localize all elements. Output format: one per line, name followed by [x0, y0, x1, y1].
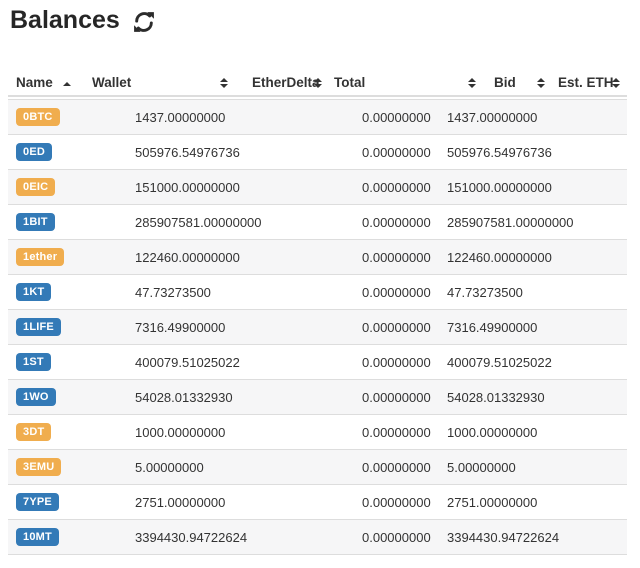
page-title: Balances: [10, 6, 120, 34]
table-row: 3DT 1000.00000000 0.00000000 1000.000000…: [8, 414, 627, 449]
name-cell: 1LIFE: [8, 318, 135, 336]
column-header-name[interactable]: Name: [16, 75, 53, 90]
table-header-row: Name Wallet EtherDelta Total Bid Est. ETH: [8, 70, 627, 97]
etherdelta-value: 0.00000000: [362, 179, 431, 195]
total-value: 5.00000000: [447, 459, 516, 475]
table-row: 1LIFE 7316.49900000 0.00000000 7316.4990…: [8, 309, 627, 344]
page-header: Balances: [10, 5, 155, 35]
name-cell: 10MT: [8, 528, 135, 546]
column-header-total[interactable]: Total: [334, 75, 365, 90]
total-value: 7316.49900000: [447, 319, 538, 335]
table-row: 7YPE 2751.00000000 0.00000000 2751.00000…: [8, 484, 627, 519]
token-badge: 0BTC: [16, 108, 60, 126]
balances-page: Balances Name Wallet EtherDelta Total Bid Est…: [0, 0, 640, 568]
table-row: 3EMU 5.00000000 0.00000000 5.00000000: [8, 449, 627, 484]
total-value: 47.73273500: [447, 284, 523, 300]
wallet-value: 1000.00000000: [135, 424, 226, 440]
total-value: 3394430.94722624: [447, 529, 560, 545]
name-cell: 3EMU: [8, 458, 135, 476]
total-value: 285907581.00000000: [447, 214, 574, 230]
token-badge: 7YPE: [16, 493, 59, 511]
name-cell: 1KT: [8, 283, 135, 301]
table-row: 1KT 47.73273500 0.00000000 47.73273500: [8, 274, 627, 309]
token-badge: 1ether: [16, 248, 65, 266]
etherdelta-value: 0.00000000: [362, 354, 431, 370]
sort-both-directions-icon[interactable]: [537, 78, 545, 88]
wallet-value: 400079.51025022: [135, 354, 240, 370]
etherdelta-value: 0.00000000: [362, 389, 431, 405]
total-value: 2751.00000000: [447, 494, 538, 510]
wallet-value: 2751.00000000: [135, 494, 226, 510]
etherdelta-value: 0.00000000: [362, 459, 431, 475]
wallet-value: 505976.54976736: [135, 144, 240, 160]
sort-both-directions-icon[interactable]: [314, 78, 322, 88]
name-cell: 0EIC: [8, 178, 135, 196]
etherdelta-value: 0.00000000: [362, 144, 431, 160]
wallet-value: 1437.00000000: [135, 109, 226, 125]
wallet-value: 47.73273500: [135, 284, 211, 300]
sort-both-directions-icon[interactable]: [612, 78, 620, 88]
total-value: 151000.00000000: [447, 179, 552, 195]
token-badge: 1KT: [16, 283, 52, 301]
etherdelta-value: 0.00000000: [362, 529, 431, 545]
etherdelta-value: 0.00000000: [362, 109, 431, 125]
etherdelta-value: 0.00000000: [362, 424, 431, 440]
name-cell: 0ED: [8, 143, 135, 161]
column-header-wallet[interactable]: Wallet: [92, 75, 131, 90]
wallet-value: 7316.49900000: [135, 319, 226, 335]
wallet-value: 54028.01332930: [135, 389, 233, 405]
sort-both-directions-icon[interactable]: [220, 78, 228, 88]
total-value: 1437.00000000: [447, 109, 538, 125]
wallet-value: 122460.00000000: [135, 249, 240, 265]
etherdelta-value: 0.00000000: [362, 319, 431, 335]
total-value: 400079.51025022: [447, 354, 552, 370]
total-value: 1000.00000000: [447, 424, 538, 440]
table-row: 0BTC 1437.00000000 0.00000000 1437.00000…: [8, 99, 627, 134]
etherdelta-value: 0.00000000: [362, 249, 431, 265]
table-row: 1ether 122460.00000000 0.00000000 122460…: [8, 239, 627, 274]
token-badge: 3DT: [16, 423, 52, 441]
etherdelta-value: 0.00000000: [362, 284, 431, 300]
column-header-etherdelta[interactable]: EtherDelta: [252, 75, 320, 90]
table-row: 0ED 505976.54976736 0.00000000 505976.54…: [8, 134, 627, 169]
token-badge: 3EMU: [16, 458, 62, 476]
token-badge: 0EIC: [16, 178, 56, 196]
refresh-icon[interactable]: [133, 11, 155, 33]
balances-table: 0BTC 1437.00000000 0.00000000 1437.00000…: [8, 99, 627, 555]
name-cell: 1WO: [8, 388, 135, 406]
sort-both-directions-icon[interactable]: [468, 78, 476, 88]
name-cell: 1ST: [8, 353, 135, 371]
table-row: 0EIC 151000.00000000 0.00000000 151000.0…: [8, 169, 627, 204]
wallet-value: 5.00000000: [135, 459, 204, 475]
column-header-bid[interactable]: Bid: [494, 75, 516, 90]
name-cell: 0BTC: [8, 108, 135, 126]
wallet-value: 151000.00000000: [135, 179, 240, 195]
column-header-est-eth[interactable]: Est. ETH: [558, 75, 614, 90]
etherdelta-value: 0.00000000: [362, 214, 431, 230]
name-cell: 1BIT: [8, 213, 135, 231]
token-badge: 1ST: [16, 353, 51, 371]
token-badge: 10MT: [16, 528, 59, 546]
sort-ascending-icon[interactable]: [63, 82, 71, 86]
token-badge: 1BIT: [16, 213, 55, 231]
wallet-value: 285907581.00000000: [135, 214, 262, 230]
token-badge: 1WO: [16, 388, 56, 406]
total-value: 505976.54976736: [447, 144, 552, 160]
total-value: 122460.00000000: [447, 249, 552, 265]
table-row: 10MT 3394430.94722624 0.00000000 3394430…: [8, 519, 627, 554]
name-cell: 1ether: [8, 248, 135, 266]
token-badge: 0ED: [16, 143, 52, 161]
table-row: 1BIT 285907581.00000000 0.00000000 28590…: [8, 204, 627, 239]
name-cell: 7YPE: [8, 493, 135, 511]
wallet-value: 3394430.94722624: [135, 529, 248, 545]
total-value: 54028.01332930: [447, 389, 545, 405]
etherdelta-value: 0.00000000: [362, 494, 431, 510]
table-row: 1ST 400079.51025022 0.00000000 400079.51…: [8, 344, 627, 379]
table-row: 1WO 54028.01332930 0.00000000 54028.0133…: [8, 379, 627, 414]
name-cell: 3DT: [8, 423, 135, 441]
token-badge: 1LIFE: [16, 318, 61, 336]
